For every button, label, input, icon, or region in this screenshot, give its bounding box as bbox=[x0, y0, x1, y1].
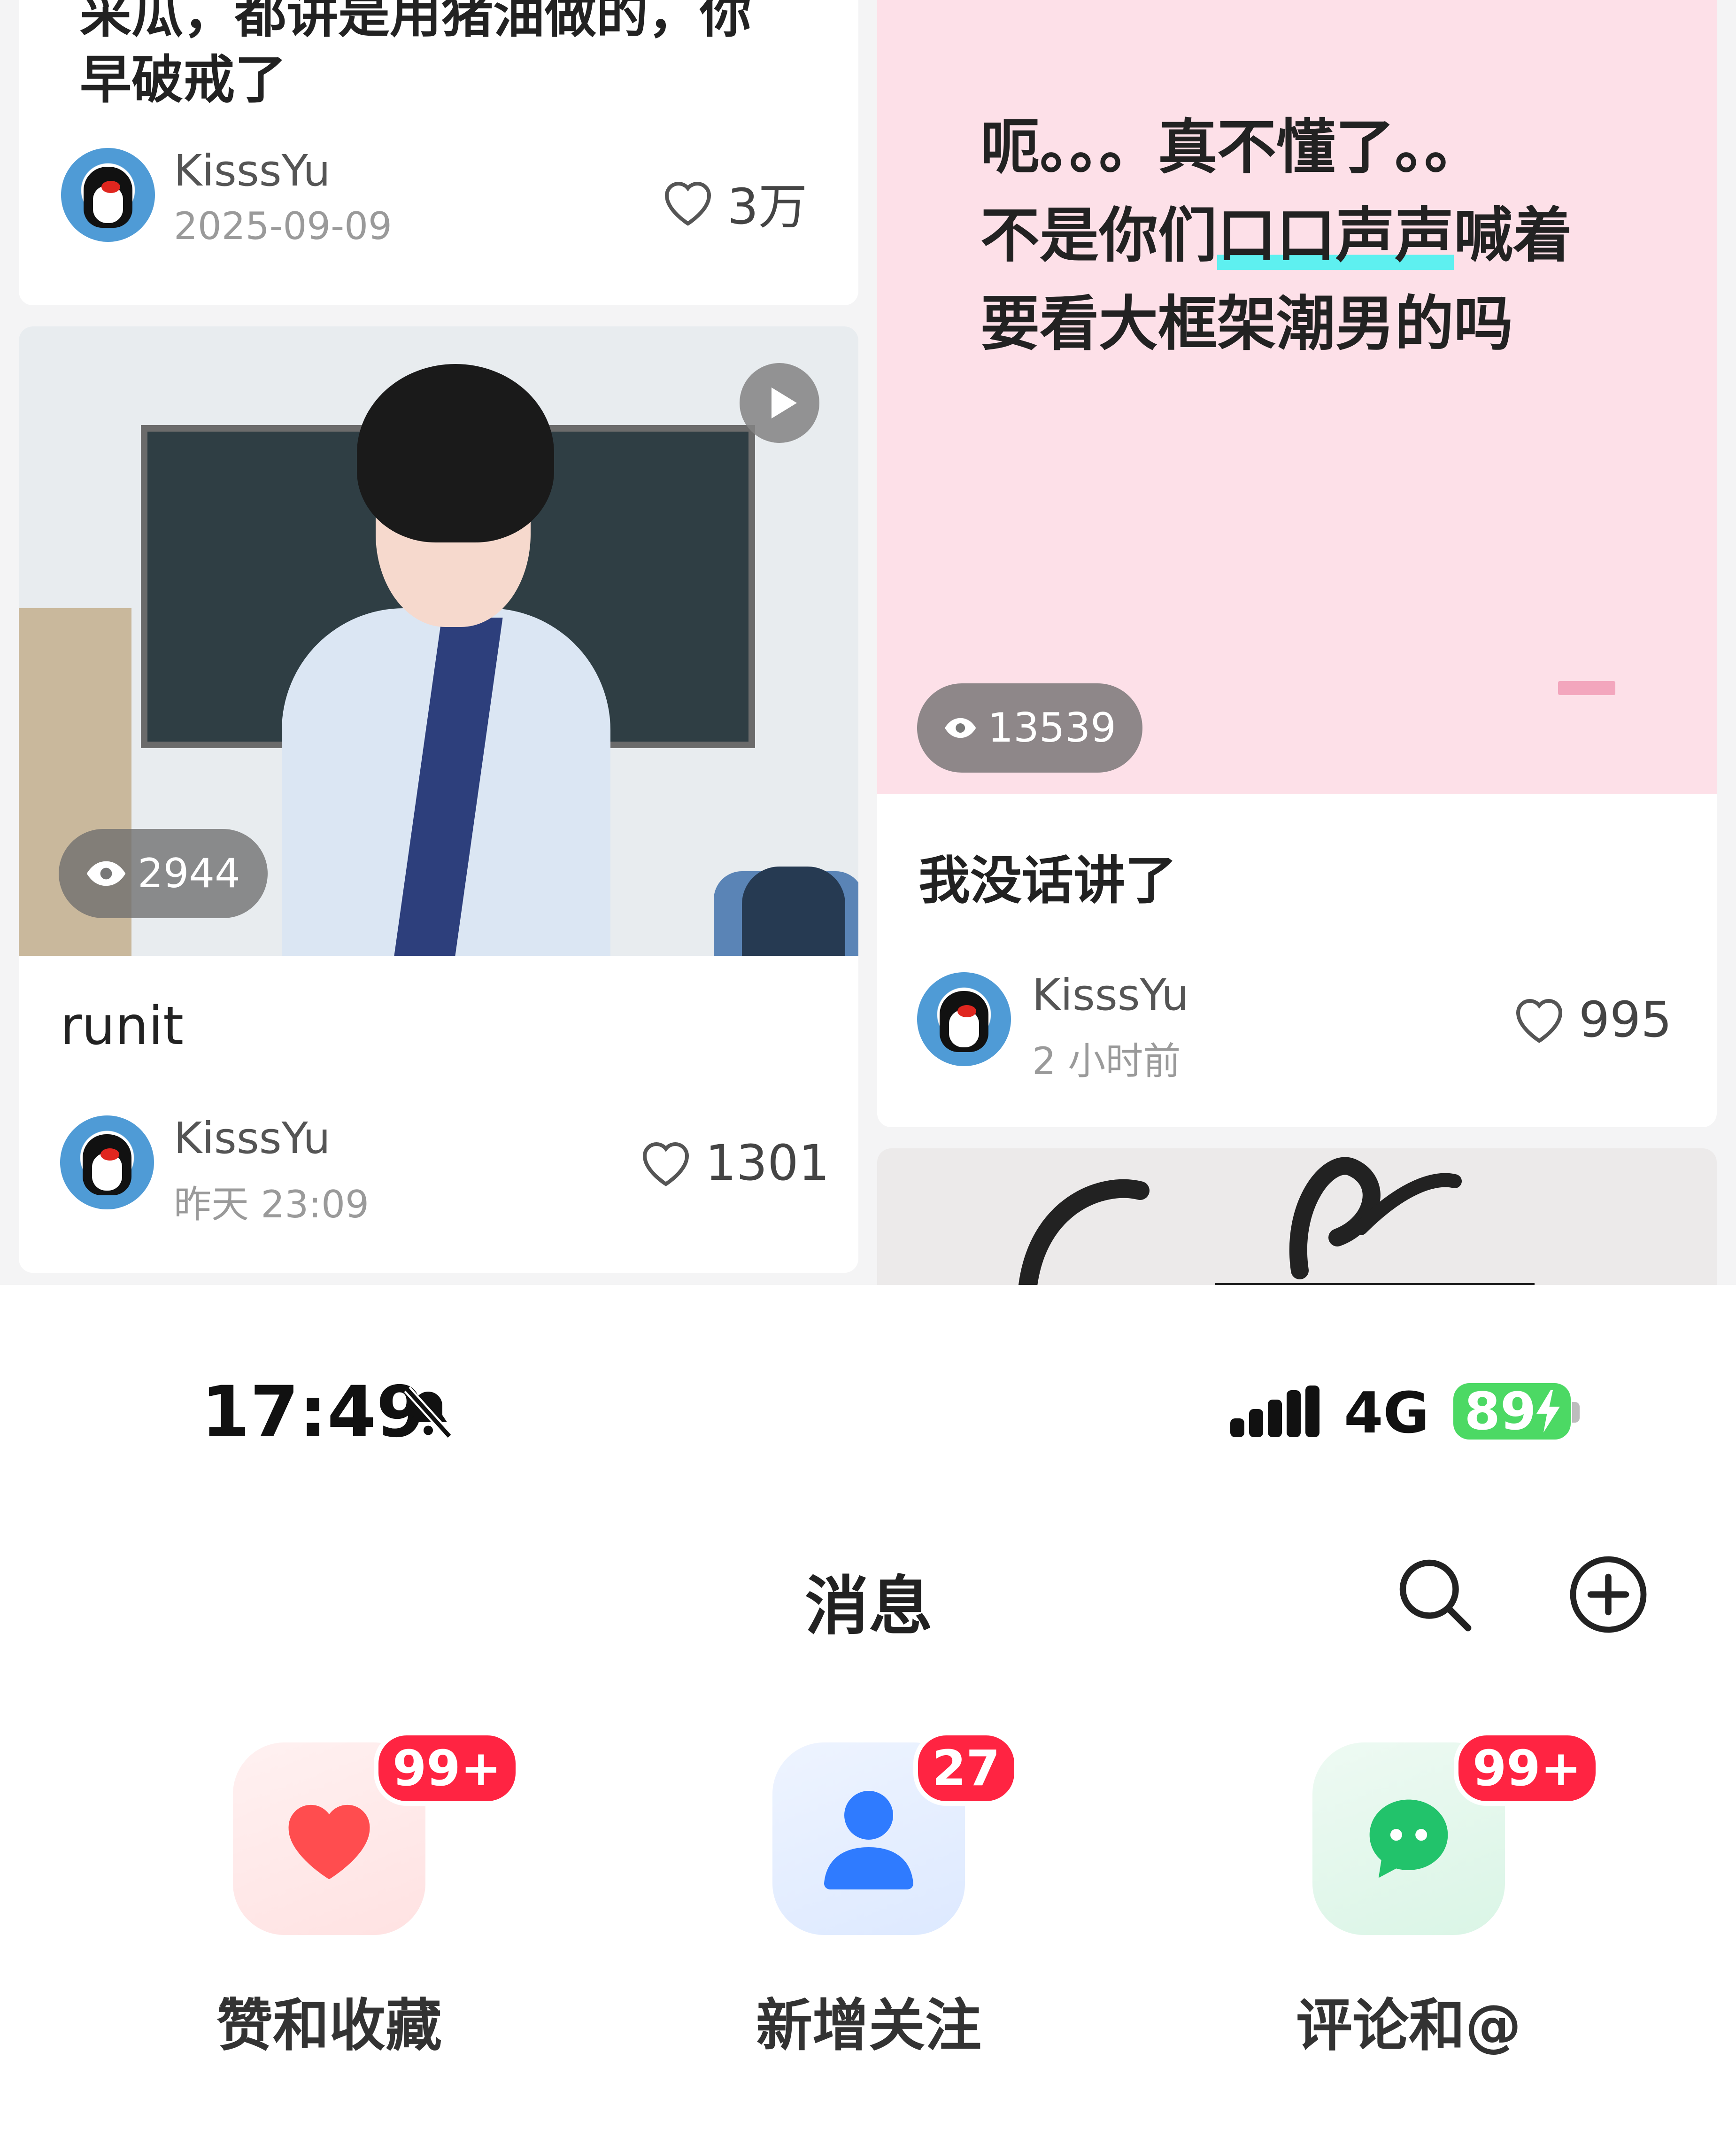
battery-nub bbox=[1572, 1402, 1580, 1423]
author-name[interactable]: KisssYu bbox=[174, 1113, 331, 1163]
avatar[interactable] bbox=[917, 972, 1011, 1066]
like-count: 995 bbox=[1579, 991, 1672, 1048]
avatar[interactable] bbox=[61, 148, 155, 242]
heart-icon bbox=[288, 1804, 370, 1880]
notification-badge: 27 bbox=[913, 1731, 1019, 1806]
play-icon[interactable] bbox=[740, 363, 819, 443]
view-count: 13539 bbox=[988, 704, 1116, 751]
like-button[interactable]: 1301 bbox=[638, 1134, 830, 1192]
view-count-badge: 13539 bbox=[917, 683, 1142, 773]
video-note-card[interactable]: 2944 runit KisssYu 昨天 23:09 1301 bbox=[19, 326, 858, 1273]
eye-icon bbox=[86, 861, 126, 886]
author-name[interactable]: KisssYu bbox=[1032, 970, 1189, 1020]
new-followers-label: 新增关注 bbox=[756, 1993, 981, 2059]
like-button[interactable]: 995 bbox=[1511, 991, 1672, 1048]
cover-line-2: 不是你们口口声声喊着 bbox=[980, 201, 1572, 270]
like-count: 1301 bbox=[705, 1134, 830, 1192]
view-count-badge: 2944 bbox=[59, 829, 268, 918]
post-date: 2 小时前 bbox=[1032, 1039, 1181, 1083]
likes-and-favorites-label: 赞和收藏 bbox=[216, 1993, 442, 2059]
charging-bolt-icon bbox=[1536, 1390, 1560, 1432]
battery-level: 89 bbox=[1464, 1381, 1536, 1441]
highlighted-text: 口口声声 bbox=[1217, 201, 1454, 270]
cover-text: 呃。。。真不懂了。。 不是你们口口声声喊着 要看大框架潮男的吗 bbox=[980, 103, 1647, 368]
post-date: 昨天 23:09 bbox=[174, 1183, 369, 1226]
eye-icon bbox=[945, 718, 976, 738]
network-type: 4G bbox=[1344, 1381, 1429, 1446]
note-card[interactable] bbox=[877, 1148, 1717, 1285]
heart-outline-icon bbox=[642, 1142, 689, 1186]
heart-outline-icon bbox=[1516, 999, 1563, 1043]
avatar[interactable] bbox=[60, 1115, 154, 1209]
bell-slash-icon bbox=[404, 1386, 453, 1439]
heart-outline-icon bbox=[664, 181, 711, 226]
author-name[interactable]: KisssYu bbox=[174, 146, 331, 196]
person-icon bbox=[824, 1791, 913, 1889]
status-time: 17:49 bbox=[201, 1371, 425, 1453]
text-image-cover[interactable]: 呃。。。真不懂了。。 不是你们口口声声喊着 要看大框架潮男的吗 13539 bbox=[877, 0, 1717, 794]
cover-line-1: 呃。。。真不懂了。。 bbox=[980, 113, 1483, 182]
signal-icon bbox=[1230, 1386, 1319, 1437]
decorative-dash bbox=[1558, 681, 1615, 695]
view-count: 2944 bbox=[138, 850, 240, 897]
add-circle-icon[interactable] bbox=[1566, 1552, 1651, 1637]
notification-badge: 99+ bbox=[374, 1731, 520, 1806]
comments-and-mentions-label: 评论和@ bbox=[1296, 1993, 1521, 2059]
battery-indicator: 89 bbox=[1453, 1381, 1571, 1441]
note-title: 我没话讲了 bbox=[918, 851, 1177, 911]
chat-bubble-icon bbox=[1369, 1799, 1448, 1878]
feed: 采瓜，都讲是用猪油做的，你 早破戒了 KisssYu 2025-09-09 3万 bbox=[0, 0, 1736, 1285]
page-title: 消息 bbox=[805, 1570, 933, 1644]
notification-badge: 99+ bbox=[1454, 1731, 1600, 1806]
sketch-image bbox=[1018, 1157, 1535, 1285]
note-card[interactable]: 采瓜，都讲是用猪油做的，你 早破戒了 KisssYu 2025-09-09 3万 bbox=[19, 0, 858, 305]
like-count: 3万 bbox=[727, 178, 808, 235]
note-snippet: 早破戒了 bbox=[80, 50, 286, 110]
cover-line-3: 要看大框架潮男的吗 bbox=[980, 289, 1513, 358]
search-icon[interactable] bbox=[1392, 1552, 1477, 1637]
note-title: runit bbox=[60, 996, 184, 1057]
like-button[interactable]: 3万 bbox=[660, 167, 807, 238]
post-date: 2025-09-09 bbox=[174, 204, 392, 248]
text-note-card[interactable]: 呃。。。真不懂了。。 不是你们口口声声喊着 要看大框架潮男的吗 13539 我没… bbox=[877, 0, 1717, 1127]
